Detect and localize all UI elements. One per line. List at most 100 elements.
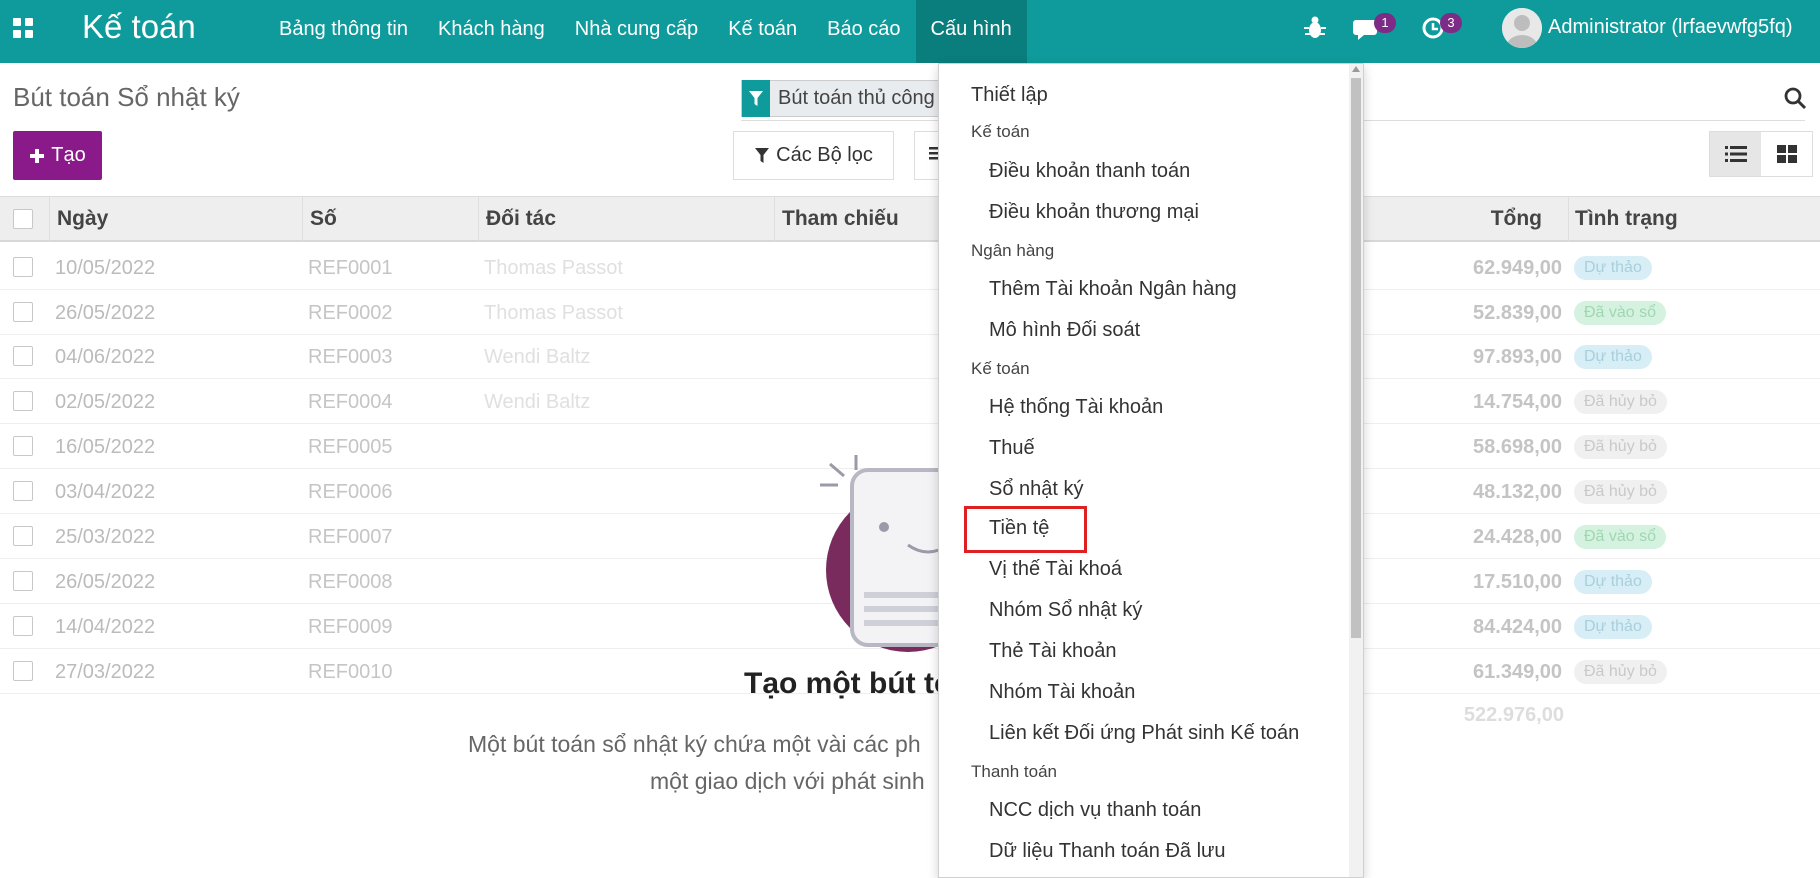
menu-dashboard[interactable]: Bảng thông tin: [264, 0, 423, 63]
table-header: Ngày Số Đối tác Tham chiếu Tổng Tình trạ…: [0, 197, 1820, 242]
menu-item-payment-terms[interactable]: Điều khoản thanh toán: [989, 160, 1363, 183]
row-checkbox[interactable]: [13, 616, 33, 636]
activities-count-badge: 3: [1440, 13, 1462, 33]
cell-date: 04/06/2022: [55, 346, 156, 368]
menu-item-saved-payment-data[interactable]: Dữ liệu Thanh toán Đã lưu: [989, 840, 1363, 863]
table-row[interactable]: 26/05/2022 REF0002 Thomas Passot 52.839,00 Đ…: [0, 290, 1820, 335]
row-checkbox[interactable]: [13, 481, 33, 501]
cell-date: 26/05/2022: [55, 302, 156, 324]
menu-item-account-groups[interactable]: Nhóm Tài khoản: [989, 681, 1363, 704]
row-checkbox[interactable]: [13, 346, 33, 366]
cell-number: REF0009: [308, 616, 393, 638]
cell-total: 14.754,00: [1473, 391, 1562, 413]
menu-configuration[interactable]: Cấu hình: [915, 0, 1027, 63]
menu-item-chart-of-accounts[interactable]: Hệ thống Tài khoản: [989, 396, 1363, 419]
configuration-dropdown-menu: Thiết lập Kế toán Điều khoản thanh toán …: [938, 63, 1364, 878]
filters-button-label: Các Bộ lọc: [776, 144, 873, 166]
table-row[interactable]: 02/05/2022 REF0004 Wendi Baltz 14.754,00 Đã …: [0, 379, 1820, 424]
menu-item-reconciliation-models[interactable]: Mô hình Đối soát: [989, 319, 1363, 342]
scroll-up-arrow-icon[interactable]: [1352, 66, 1360, 72]
top-navbar: Kế toán Bảng thông tin Khách hàng Nhà cu…: [0, 0, 1820, 63]
menu-item-fiscal-positions[interactable]: Vị thế Tài khoá: [989, 558, 1363, 581]
menu-item-add-bank-account[interactable]: Thêm Tài khoản Ngân hàng: [989, 278, 1363, 301]
menu-item-journals[interactable]: Sổ nhật ký: [989, 478, 1363, 501]
empty-state-text-line1: Một bút toán sổ nhật ký chứa một vài các…: [468, 731, 921, 757]
cell-date: 03/04/2022: [55, 481, 156, 503]
list-view-icon[interactable]: [1710, 132, 1761, 176]
status-badge: Đã vào sổ: [1574, 525, 1667, 549]
column-separator: [478, 197, 479, 242]
menu-vendors[interactable]: Nhà cung cấp: [560, 0, 713, 63]
search-icon[interactable]: [1783, 86, 1807, 110]
menu-reporting[interactable]: Báo cáo: [812, 0, 915, 63]
status-badge: Dự thảo: [1574, 345, 1652, 369]
status-badge: Dự thảo: [1574, 615, 1652, 639]
empty-state-text-line2: một giao dịch với phát sinh: [650, 768, 925, 794]
menu-item-journal-groups[interactable]: Nhóm Sổ nhật ký: [989, 599, 1363, 622]
column-header-date[interactable]: Ngày: [57, 207, 108, 231]
kanban-view-icon[interactable]: [1761, 132, 1812, 176]
menu-item-payment-acquirers[interactable]: NCC dịch vụ thanh toán: [989, 799, 1363, 822]
cell-date: 10/05/2022: [55, 257, 156, 279]
menu-item-account-tags[interactable]: Thẻ Tài khoản: [989, 640, 1363, 663]
column-header-number[interactable]: Số: [310, 207, 337, 231]
messages-count-badge: 1: [1374, 13, 1396, 33]
menu-item-settings[interactable]: Thiết lập: [971, 84, 1363, 107]
row-checkbox[interactable]: [13, 526, 33, 546]
cell-date: 25/03/2022: [55, 526, 156, 548]
cell-total: 48.132,00: [1473, 481, 1562, 503]
table-row[interactable]: 04/06/2022 REF0003 Wendi Baltz 97.893,00 Dự …: [0, 334, 1820, 379]
select-all-checkbox[interactable]: [13, 209, 33, 229]
row-checkbox[interactable]: [13, 571, 33, 591]
plus-icon: [30, 148, 45, 163]
table-row[interactable]: 10/05/2022 REF0001 Thomas Passot 62.949,00 D…: [0, 245, 1820, 290]
search-facet-label: Bút toán thủ công: [778, 87, 935, 109]
menu-section-header-bank: Ngân hàng: [971, 241, 1055, 260]
column-header-status[interactable]: Tình trạng: [1575, 207, 1678, 231]
row-checkbox[interactable]: [13, 436, 33, 456]
cell-total: 61.349,00: [1473, 661, 1562, 683]
cell-partner: Wendi Baltz: [484, 346, 591, 368]
row-checkbox[interactable]: [13, 302, 33, 322]
filters-button[interactable]: Các Bộ lọc: [733, 131, 894, 180]
cell-number: REF0006: [308, 481, 393, 503]
filter-icon: [742, 80, 770, 117]
menu-item-analytic-links[interactable]: Liên kết Đối ứng Phát sinh Kế toán: [989, 722, 1363, 745]
column-header-partner[interactable]: Đối tác: [486, 207, 556, 231]
row-checkbox[interactable]: [13, 257, 33, 277]
create-button[interactable]: Tạo: [13, 131, 102, 180]
status-badge: Đã vào sổ: [1574, 301, 1667, 325]
highlight-box-currencies: [964, 506, 1087, 553]
debug-bug-icon[interactable]: [1302, 0, 1328, 63]
cell-total: 58.698,00: [1473, 436, 1562, 458]
menu-section-header-accounting-2: Kế toán: [971, 359, 1030, 378]
app-title[interactable]: Kế toán: [82, 8, 196, 46]
menu-item-taxes[interactable]: Thuế: [989, 437, 1363, 460]
cell-total: 97.893,00: [1473, 346, 1562, 368]
user-avatar[interactable]: [1502, 8, 1542, 48]
cell-number: REF0008: [308, 571, 393, 593]
status-badge: Đã hủy bỏ: [1574, 660, 1667, 684]
grand-total: 522.976,00: [1463, 704, 1564, 726]
column-header-total[interactable]: Tổng: [1491, 207, 1542, 231]
cell-date: 14/04/2022: [55, 616, 156, 638]
row-checkbox[interactable]: [13, 661, 33, 681]
cell-number: REF0005: [308, 436, 393, 458]
user-menu-name[interactable]: Administrator (lrfaevwfg5fq): [1548, 16, 1793, 39]
status-badge: Đã hủy bỏ: [1574, 435, 1667, 459]
menu-section-header-accounting: Kế toán: [971, 122, 1030, 141]
menu-customers[interactable]: Khách hàng: [423, 0, 560, 63]
dropdown-scrollbar-thumb[interactable]: [1351, 78, 1361, 638]
menu-item-incoterms[interactable]: Điều khoản thương mại: [989, 201, 1363, 224]
menu-accounting[interactable]: Kế toán: [713, 0, 812, 63]
row-checkbox[interactable]: [13, 391, 33, 411]
apps-menu-icon[interactable]: [13, 18, 33, 38]
cell-number: REF0010: [308, 661, 393, 683]
breadcrumb: Bút toán Sổ nhật ký: [13, 82, 240, 112]
column-header-reference[interactable]: Tham chiếu: [782, 207, 899, 231]
create-button-label: Tạo: [51, 144, 86, 166]
search-facet[interactable]: Bút toán thủ công: [741, 80, 944, 117]
dropdown-scrollbar[interactable]: [1349, 64, 1363, 877]
messages-icon[interactable]: [1352, 0, 1382, 63]
cell-date: 02/05/2022: [55, 391, 156, 413]
